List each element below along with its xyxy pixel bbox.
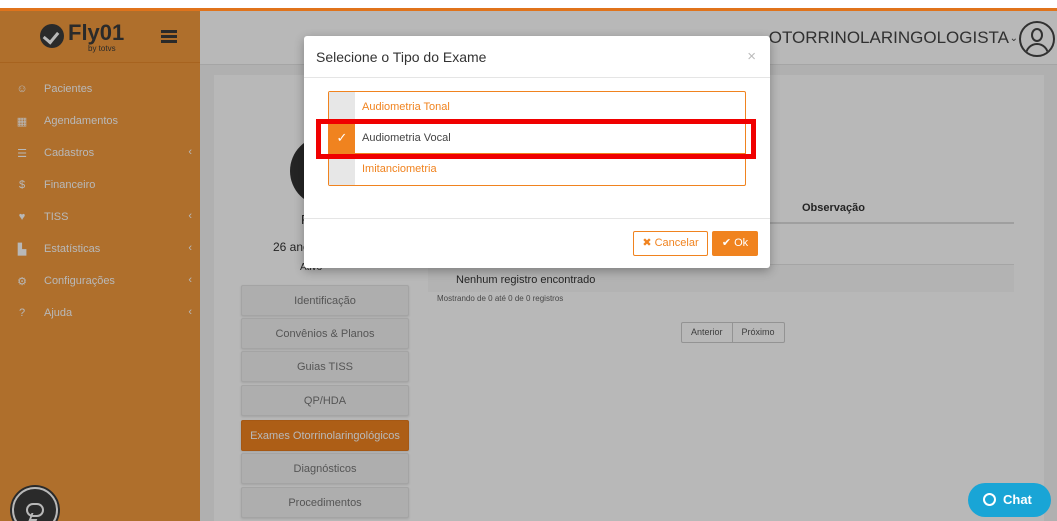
exam-type-modal: Selecione o Tipo do Exame × Audiometria …: [304, 36, 770, 268]
chat-button[interactable]: Chat: [968, 483, 1051, 517]
chat-label: Chat: [1003, 492, 1032, 507]
exam-option-label: Imitanciometria: [362, 163, 437, 175]
modal-title: Selecione o Tipo do Exame: [316, 49, 487, 65]
close-icon[interactable]: ×: [747, 48, 756, 65]
checkbox-icon[interactable]: [329, 92, 355, 122]
exam-option-label: Audiometria Tonal: [362, 101, 450, 113]
cancel-button[interactable]: ✖ Cancelar: [633, 231, 708, 256]
ok-button[interactable]: ✔ Ok: [712, 231, 758, 256]
modal-footer: ✖ Cancelar ✔ Ok: [304, 218, 770, 268]
highlight-box: [316, 119, 756, 159]
chat-icon: [983, 493, 996, 506]
modal-body: Audiometria Tonal ✓ Audiometria Vocal Imita…: [304, 78, 770, 218]
modal-header: Selecione o Tipo do Exame ×: [304, 36, 770, 78]
